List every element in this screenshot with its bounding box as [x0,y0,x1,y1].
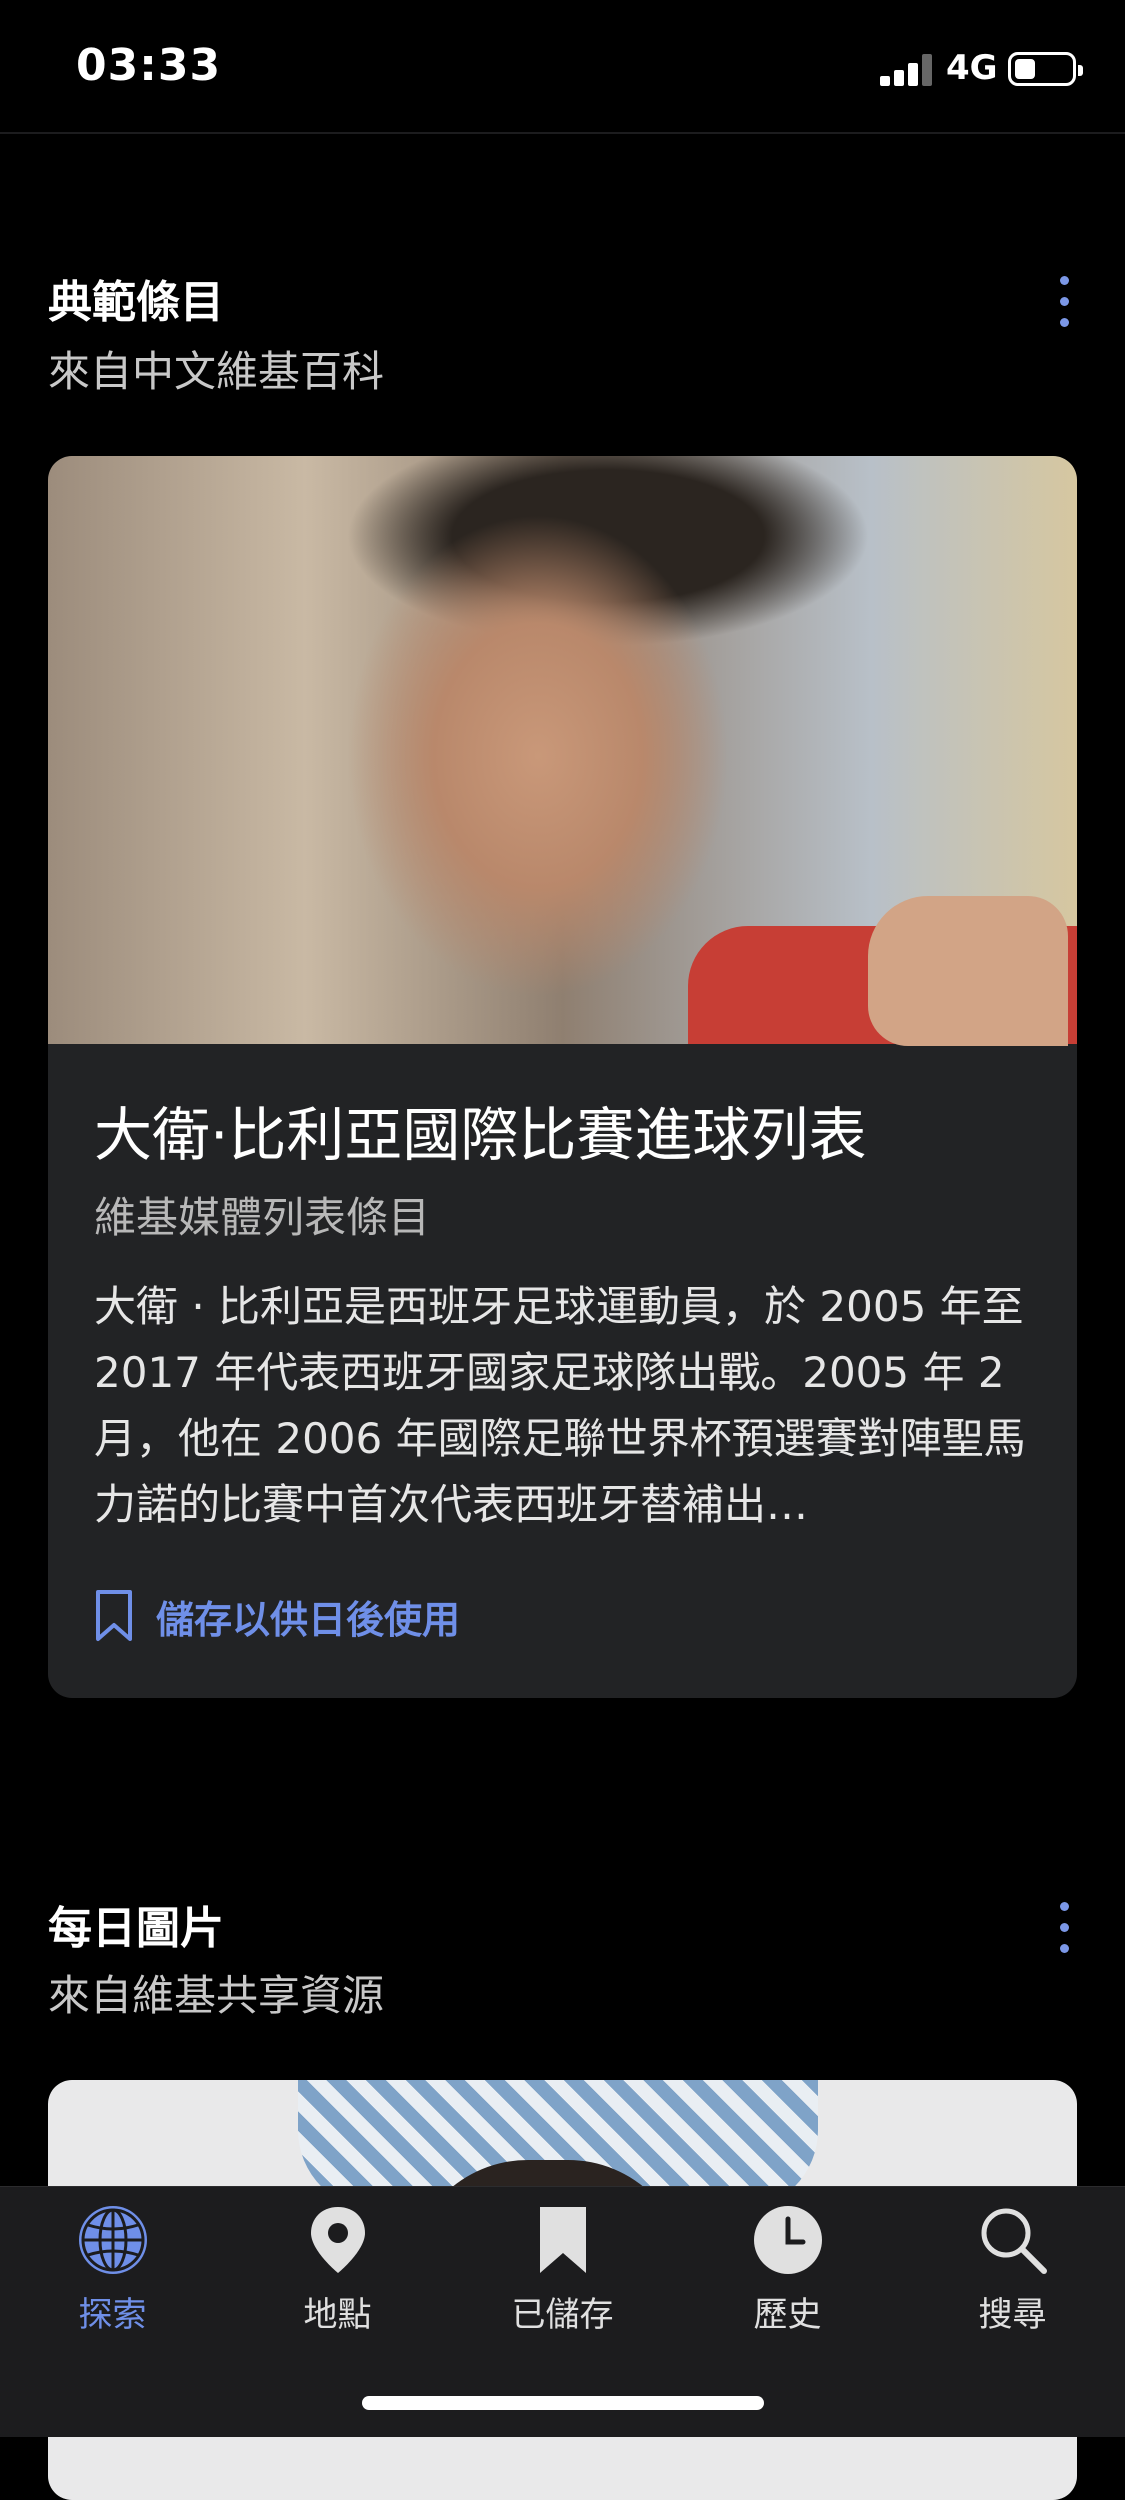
save-for-later-button[interactable]: 儲存以供日後使用 [94,1586,460,1646]
globe-icon [79,2206,147,2274]
more-options-icon[interactable] [1056,276,1072,336]
bookmark-icon [540,2207,586,2273]
featured-section-subtitle: 來自中文維基百科 [48,347,385,396]
clock-icon [754,2206,822,2274]
featured-section-title: 典範條目 [48,277,224,328]
article-subtitle: 維基媒體列表條目 [94,1193,431,1242]
tab-places-label: 地點 [303,2295,372,2335]
status-time: 03:33 [76,40,222,91]
article-image[interactable] [48,456,1077,1046]
tab-explore[interactable]: 探索 [0,2187,225,2337]
potd-section-title: 每日圖片 [48,1903,224,1954]
search-icon [981,2208,1047,2274]
featured-article-card[interactable]: 大衛·比利亞國際比賽進球列表 維基媒體列表條目 大衛 · 比利亞是西班牙足球運動… [48,456,1077,1698]
potd-section-subtitle: 來自維基共享資源 [48,1971,385,2020]
network-type: 4G [946,48,998,88]
tab-explore-label: 探索 [78,2295,147,2335]
more-options-icon[interactable] [1056,1902,1072,1962]
tab-saved[interactable]: 已儲存 [450,2187,675,2337]
status-bar: 03:33 4G [0,0,1125,134]
cellular-signal-icon [880,54,934,86]
article-title: 大衛·比利亞國際比賽進球列表 [94,1101,867,1169]
battery-icon [1008,52,1083,86]
location-pin-icon [311,2207,365,2273]
article-description: 大衛 · 比利亞是西班牙足球運動員，於 2005 年至 2017 年代表西班牙國… [94,1282,1026,1529]
tab-saved-label: 已儲存 [511,2295,614,2335]
bookmark-outline-icon [96,1590,132,1641]
tab-history-label: 歷史 [753,2295,822,2335]
tab-search[interactable]: 搜尋 [900,2187,1125,2337]
save-for-later-label: 儲存以供日後使用 [156,1597,461,1642]
tab-places[interactable]: 地點 [225,2187,450,2337]
home-indicator[interactable] [362,2396,764,2410]
tab-history[interactable]: 歷史 [675,2187,900,2337]
tab-search-label: 搜尋 [978,2295,1047,2335]
